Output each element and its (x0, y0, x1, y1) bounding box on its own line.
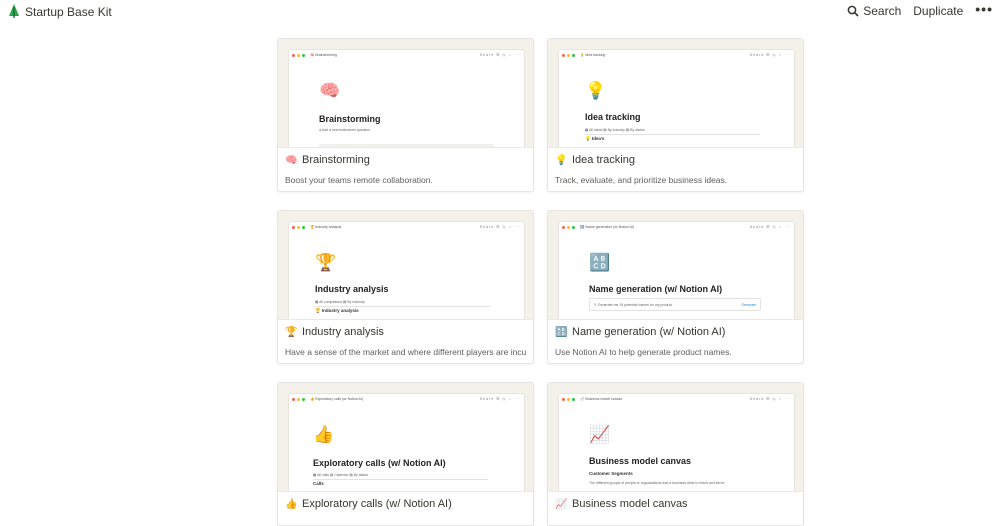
preview-ai-prompt-box: ✎ Generate me 15 potential names for my … (589, 298, 761, 311)
preview-breadcrumb: 🔠 Name generation (w/ Notion AI) (580, 225, 635, 229)
card-cover-preview: 💡 Idea tracking Share ☰ ◷ ☆ ··· 💡 Idea t… (548, 39, 803, 148)
top-bar: Startup Base Kit Search Duplicate ••• (0, 0, 1005, 24)
preview-database-title: 💡 Idea's (585, 136, 605, 141)
duplicate-button[interactable]: Duplicate (913, 4, 963, 18)
preview-subtitle: ● Add a new brainstorm question (319, 128, 371, 132)
preview-breadcrumb: 💡 Idea tracking (580, 53, 606, 57)
preview-page-icon: 🔠 (589, 253, 611, 272)
preview-page-icon: 🏆 (315, 253, 337, 272)
card-cover-preview: 🧠 Brainstorming Share ☰ ◷ ☆ ··· 🧠 Brains… (278, 39, 533, 148)
preview-generate-label: Generate (741, 303, 756, 307)
preview-page-title: Idea tracking (585, 112, 641, 122)
template-card-idea-tracking[interactable]: 💡 Idea tracking Share ☰ ◷ ☆ ··· 💡 Idea t… (547, 38, 804, 192)
preview-page-icon: 👍 (313, 425, 335, 444)
preview-section-heading: Customer Segments (589, 471, 633, 476)
preview-toolbar: Share ☰ ◷ ☆ ··· (749, 53, 791, 57)
preview-window: 👍 Exploratory calls (w/ Notion AI) Share… (289, 394, 524, 491)
lightbulb-icon: 💡 (555, 154, 568, 166)
more-options-button[interactable]: ••• (975, 2, 993, 18)
template-card-industry-analysis[interactable]: 🏆 Industry analysis Share ☰ ◷ ☆ ··· 🏆 In… (277, 210, 534, 364)
preview-breadcrumb: 🏆 Industry analysis (310, 225, 342, 229)
template-card-exploratory-calls[interactable]: 👍 Exploratory calls (w/ Notion AI) Share… (277, 382, 534, 526)
preview-page-title: Brainstorming (319, 114, 381, 124)
preview-page-title: Business model canvas (589, 456, 692, 466)
startup-logo-icon (9, 4, 19, 18)
template-card-business-model-canvas[interactable]: 📈 Business model canvas Share ☰ ◷ ☆ ··· … (547, 382, 804, 526)
preview-divider (313, 479, 488, 480)
preview-divider (585, 134, 760, 135)
thumbs-up-icon: 👍 (285, 498, 298, 510)
preview-toolbar: Share ☰ ◷ ☆ ··· (749, 397, 791, 401)
preview-database-title: Calls (313, 481, 324, 486)
preview-window: 🏆 Industry analysis Share ☰ ◷ ☆ ··· 🏆 In… (289, 222, 524, 319)
chart-increasing-icon: 📈 (555, 498, 568, 510)
preview-section-text: The different groups of people or organi… (589, 481, 726, 485)
card-cover-preview: 👍 Exploratory calls (w/ Notion AI) Share… (278, 383, 533, 492)
preview-page-icon: 💡 (585, 81, 607, 100)
trophy-icon: 🏆 (285, 326, 298, 338)
card-description: Boost your teams remote collaboration. (285, 175, 433, 185)
template-card-brainstorming[interactable]: 🧠 Brainstorming Share ☰ ◷ ☆ ··· 🧠 Brains… (277, 38, 534, 192)
preview-page-title: Exploratory calls (w/ Notion AI) (313, 458, 446, 468)
preview-view-tabs: ▦ All calls ▤ Calendar ▤ By status (313, 473, 369, 477)
card-title: Idea tracking (572, 154, 635, 166)
preview-breadcrumb: 📈 Business model canvas (580, 397, 623, 401)
preview-toolbar: Share ☰ ◷ ☆ ··· (479, 53, 521, 57)
preview-page-icon: 🧠 (319, 81, 341, 100)
card-title: Exploratory calls (w/ Notion AI) (302, 498, 452, 510)
search-icon (847, 5, 859, 17)
card-title: Business model canvas (572, 498, 688, 510)
preview-window: 🔠 Name generation (w/ Notion AI) Share ☰… (559, 222, 794, 319)
preview-toolbar: Share ☰ ◷ ☆ ··· (749, 225, 791, 229)
card-cover-preview: 🔠 Name generation (w/ Notion AI) Share ☰… (548, 211, 803, 320)
preview-page-icon: 📈 (589, 425, 611, 444)
preview-toolbar: Share ☰ ◷ ☆ ··· (479, 397, 521, 401)
brain-icon: 🧠 (285, 154, 298, 166)
search-label: Search (863, 4, 902, 18)
page-title: Startup Base Kit (25, 5, 112, 19)
card-title: Industry analysis (302, 326, 384, 338)
preview-window: 💡 Idea tracking Share ☰ ◷ ☆ ··· 💡 Idea t… (559, 50, 794, 147)
preview-divider (315, 306, 490, 307)
preview-view-tabs: ▦ All competitors ▤ By Industry (315, 300, 365, 304)
preview-block (319, 144, 494, 147)
top-actions: Search Duplicate ••• (847, 2, 993, 18)
abcd-icon: 🔠 (555, 326, 568, 338)
preview-window: 📈 Business model canvas Share ☰ ◷ ☆ ··· … (559, 394, 794, 491)
preview-breadcrumb: 👍 Exploratory calls (w/ Notion AI) (310, 397, 363, 401)
template-card-name-generation[interactable]: 🔠 Name generation (w/ Notion AI) Share ☰… (547, 210, 804, 364)
preview-toolbar: Share ☰ ◷ ☆ ··· (479, 225, 521, 229)
search-button[interactable]: Search (847, 4, 901, 18)
card-title: Brainstorming (302, 154, 370, 166)
card-description: Have a sense of the market and where dif… (285, 347, 526, 357)
preview-view-tabs: ▦ All ideas ▤ By industry ▤ By status (585, 128, 645, 132)
card-title: Name generation (w/ Notion AI) (572, 326, 726, 338)
preview-breadcrumb: 🧠 Brainstorming (310, 53, 337, 57)
card-description: Track, evaluate, and prioritize business… (555, 175, 728, 185)
preview-page-title: Industry analysis (315, 284, 389, 294)
card-cover-preview: 🏆 Industry analysis Share ☰ ◷ ☆ ··· 🏆 In… (278, 211, 533, 320)
card-cover-preview: 📈 Business model canvas Share ☰ ◷ ☆ ··· … (548, 383, 803, 492)
preview-database-title: 🏆 Industry analysis (315, 308, 359, 313)
preview-ai-prompt: ✎ Generate me 15 potential names for my … (594, 303, 673, 307)
preview-window: 🧠 Brainstorming Share ☰ ◷ ☆ ··· 🧠 Brains… (289, 50, 524, 147)
card-description: Use Notion AI to help generate product n… (555, 347, 732, 357)
preview-page-title: Name generation (w/ Notion AI) (589, 284, 723, 294)
